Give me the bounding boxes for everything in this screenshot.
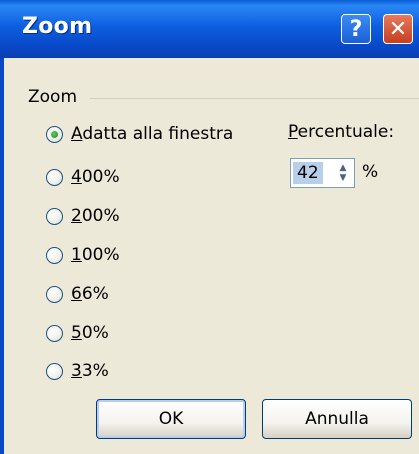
percentuale-label: Percentuale: — [288, 122, 395, 142]
radio-50[interactable]: 50% — [46, 319, 109, 347]
radio-100-indicator[interactable] — [46, 246, 63, 264]
radio-200-label: 200% — [71, 206, 120, 226]
radio-fit-window-indicator[interactable] — [46, 125, 63, 143]
radio-fit-window[interactable]: Adatta alla finestra — [46, 120, 233, 148]
spin-arrows[interactable]: ▲ ▼ — [334, 161, 352, 185]
radio-33-indicator[interactable] — [46, 362, 63, 380]
radio-400[interactable]: 400% — [46, 163, 120, 191]
radio-100-label: 100% — [71, 245, 120, 265]
group-divider — [90, 98, 419, 99]
zoom-dialog: Zoom ? ✕ Zoom Adatta alla finestra 400% … — [0, 0, 419, 454]
ok-button-label: OK — [158, 409, 184, 429]
spin-up-icon[interactable]: ▲ — [340, 163, 347, 173]
radio-66-indicator[interactable] — [46, 285, 63, 303]
percent-unit: % — [362, 162, 379, 182]
radio-200[interactable]: 200% — [46, 202, 120, 230]
radio-100[interactable]: 100% — [46, 241, 120, 269]
radio-66-label: 66% — [71, 284, 109, 304]
percent-input[interactable]: 42 — [293, 162, 323, 184]
radio-50-label: 50% — [71, 323, 109, 343]
radio-fit-window-label: Adatta alla finestra — [71, 124, 234, 144]
percent-spinbox[interactable]: 42 ▲ ▼ — [290, 158, 355, 188]
window-title: Zoom — [22, 14, 93, 39]
radio-200-indicator[interactable] — [46, 207, 63, 225]
group-label: Zoom — [28, 87, 82, 107]
radio-33[interactable]: 33% — [46, 357, 109, 385]
cancel-button-label: Annulla — [305, 409, 369, 429]
ok-button[interactable]: OK — [96, 399, 246, 439]
help-icon: ? — [349, 16, 363, 42]
help-button[interactable]: ? — [341, 14, 371, 44]
close-icon: ✕ — [388, 16, 408, 42]
radio-400-indicator[interactable] — [46, 168, 63, 186]
window-frame-left — [0, 58, 4, 454]
spin-down-icon[interactable]: ▼ — [340, 173, 347, 183]
radio-50-indicator[interactable] — [46, 324, 63, 342]
cancel-button[interactable]: Annulla — [262, 399, 412, 439]
title-bar[interactable]: Zoom ? ✕ — [0, 0, 419, 58]
close-button[interactable]: ✕ — [383, 14, 413, 44]
radio-33-label: 33% — [71, 361, 109, 381]
radio-66[interactable]: 66% — [46, 280, 109, 308]
radio-400-label: 400% — [71, 167, 120, 187]
